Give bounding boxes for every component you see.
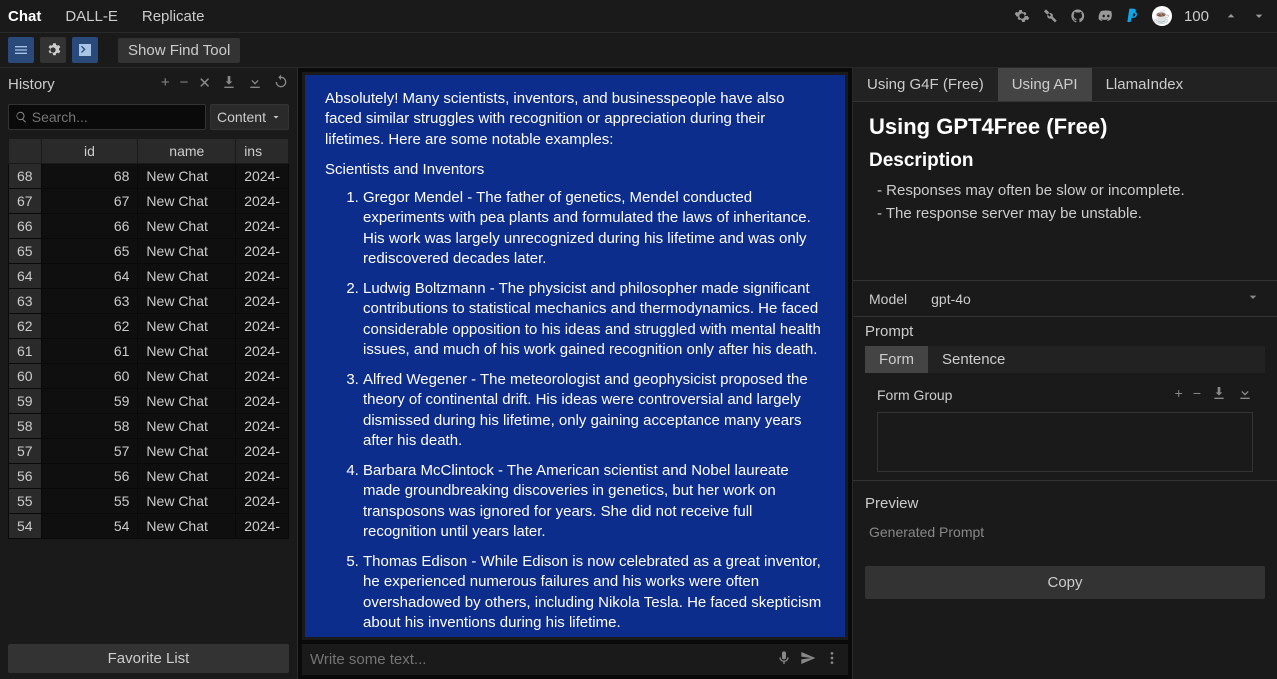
table-row[interactable]: 6767New Chat2024- (9, 189, 289, 214)
send-icon[interactable] (800, 650, 816, 669)
table-row[interactable]: 5555New Chat2024- (9, 489, 289, 514)
chevron-down-icon[interactable] (1249, 6, 1269, 26)
mic-icon[interactable] (776, 650, 792, 669)
github-icon[interactable] (1068, 6, 1088, 26)
import-icon[interactable] (1211, 385, 1227, 404)
chat-panel: Absolutely! Many scientists, inventors, … (298, 68, 852, 679)
tab-chat[interactable]: Chat (8, 8, 41, 25)
table-row[interactable]: 6868New Chat2024- (9, 164, 289, 189)
main-layout: History + − ✕ Content (0, 68, 1277, 679)
table-row[interactable]: 6666New Chat2024- (9, 214, 289, 239)
right-heading: Using GPT4Free (Free) (869, 114, 1261, 140)
prompt-tab-sentence[interactable]: Sentence (928, 346, 1019, 373)
chevron-down-icon (270, 111, 282, 123)
table-row[interactable]: 6565New Chat2024- (9, 239, 289, 264)
chevron-down-icon (1245, 289, 1261, 308)
list-item: Thomas Edison - While Edison is now cele… (363, 552, 825, 633)
topbar-right: ☕ 100 (1012, 6, 1269, 26)
table-row[interactable]: 5858New Chat2024- (9, 414, 289, 439)
list-item: Barbara McClintock - The American scient… (363, 461, 825, 542)
tab-dalle[interactable]: DALL-E (65, 8, 118, 25)
tab-g4f[interactable]: Using G4F (Free) (853, 68, 998, 101)
toolbar: Show Find Tool (0, 32, 1277, 68)
discord-icon[interactable] (1096, 6, 1116, 26)
search-input[interactable] (32, 109, 199, 125)
preview-content: Generated Prompt (865, 518, 1265, 558)
add-icon[interactable]: + (1175, 385, 1183, 404)
search-box[interactable] (8, 104, 206, 130)
col-ins[interactable]: ins (236, 139, 289, 164)
menu-button[interactable] (8, 37, 34, 63)
right-panel: Using G4F (Free) Using API LlamaIndex Us… (852, 68, 1277, 679)
gear-icon[interactable] (1012, 6, 1032, 26)
download-icon[interactable] (247, 74, 263, 94)
table-row[interactable]: 6161New Chat2024- (9, 339, 289, 364)
search-icon (15, 110, 28, 124)
add-icon[interactable]: + (161, 74, 170, 94)
refresh-icon[interactable] (273, 74, 289, 94)
close-icon[interactable]: ✕ (198, 74, 211, 94)
minus-icon[interactable]: − (180, 74, 189, 94)
history-title: History (8, 76, 55, 93)
table-row[interactable]: 5757New Chat2024- (9, 439, 289, 464)
preview-label: Preview (865, 489, 1265, 518)
prompt-label: Prompt (853, 317, 1277, 346)
table-row[interactable]: 5656New Chat2024- (9, 464, 289, 489)
model-selector[interactable]: Model gpt-4o (853, 280, 1277, 316)
chat-message: Absolutely! Many scientists, inventors, … (302, 72, 848, 640)
paypal-icon[interactable] (1124, 6, 1144, 26)
download-icon[interactable] (1237, 385, 1253, 404)
favorite-list-button[interactable]: Favorite List (8, 644, 289, 673)
counter: 100 (1184, 8, 1209, 25)
table-row[interactable]: 5454New Chat2024- (9, 514, 289, 539)
settings-button[interactable] (40, 37, 66, 63)
col-name[interactable]: name (138, 139, 236, 164)
desc-line-2: - The response server may be unstable. (869, 205, 1261, 222)
right-tabs: Using G4F (Free) Using API LlamaIndex (853, 68, 1277, 102)
chevron-up-icon[interactable] (1221, 6, 1241, 26)
terminal-button[interactable] (72, 37, 98, 63)
chat-input[interactable] (310, 651, 768, 668)
form-group-label: Form Group (877, 387, 952, 403)
table-row[interactable]: 6464New Chat2024- (9, 264, 289, 289)
tools-icon[interactable] (1040, 6, 1060, 26)
chat-input-bar (302, 644, 848, 675)
copy-button[interactable]: Copy (865, 566, 1265, 599)
table-row[interactable]: 6262New Chat2024- (9, 314, 289, 339)
topbar: Chat DALL-E Replicate ☕ 100 (0, 0, 1277, 32)
list-item: Gregor Mendel - The father of genetics, … (363, 188, 825, 269)
list-item: Ludwig Boltzmann - The physicist and phi… (363, 279, 825, 360)
table-row[interactable]: 6060New Chat2024- (9, 364, 289, 389)
desc-line-1: - Responses may often be slow or incompl… (869, 182, 1261, 199)
coffee-icon[interactable]: ☕ (1152, 6, 1172, 26)
form-group-content[interactable] (877, 412, 1253, 472)
topbar-tabs: Chat DALL-E Replicate (8, 8, 204, 25)
table-row[interactable]: 5959New Chat2024- (9, 389, 289, 414)
prompt-tab-form[interactable]: Form (865, 346, 928, 373)
content-dropdown[interactable]: Content (210, 104, 289, 130)
table-row[interactable]: 6363New Chat2024- (9, 289, 289, 314)
tab-llamaindex[interactable]: LlamaIndex (1092, 68, 1198, 101)
col-id[interactable]: id (41, 139, 138, 164)
tab-api[interactable]: Using API (998, 68, 1092, 101)
more-icon[interactable] (824, 650, 840, 669)
list-item: Alfred Wegener - The meteorologist and g… (363, 370, 825, 451)
right-subheading: Description (869, 150, 1261, 172)
history-panel: History + − ✕ Content (0, 68, 298, 679)
show-find-button[interactable]: Show Find Tool (118, 38, 240, 63)
import-icon[interactable] (221, 74, 237, 94)
tab-replicate[interactable]: Replicate (142, 8, 205, 25)
minus-icon[interactable]: − (1193, 385, 1201, 404)
history-table: id name ins 6868New Chat2024-6767New Cha… (8, 138, 289, 539)
